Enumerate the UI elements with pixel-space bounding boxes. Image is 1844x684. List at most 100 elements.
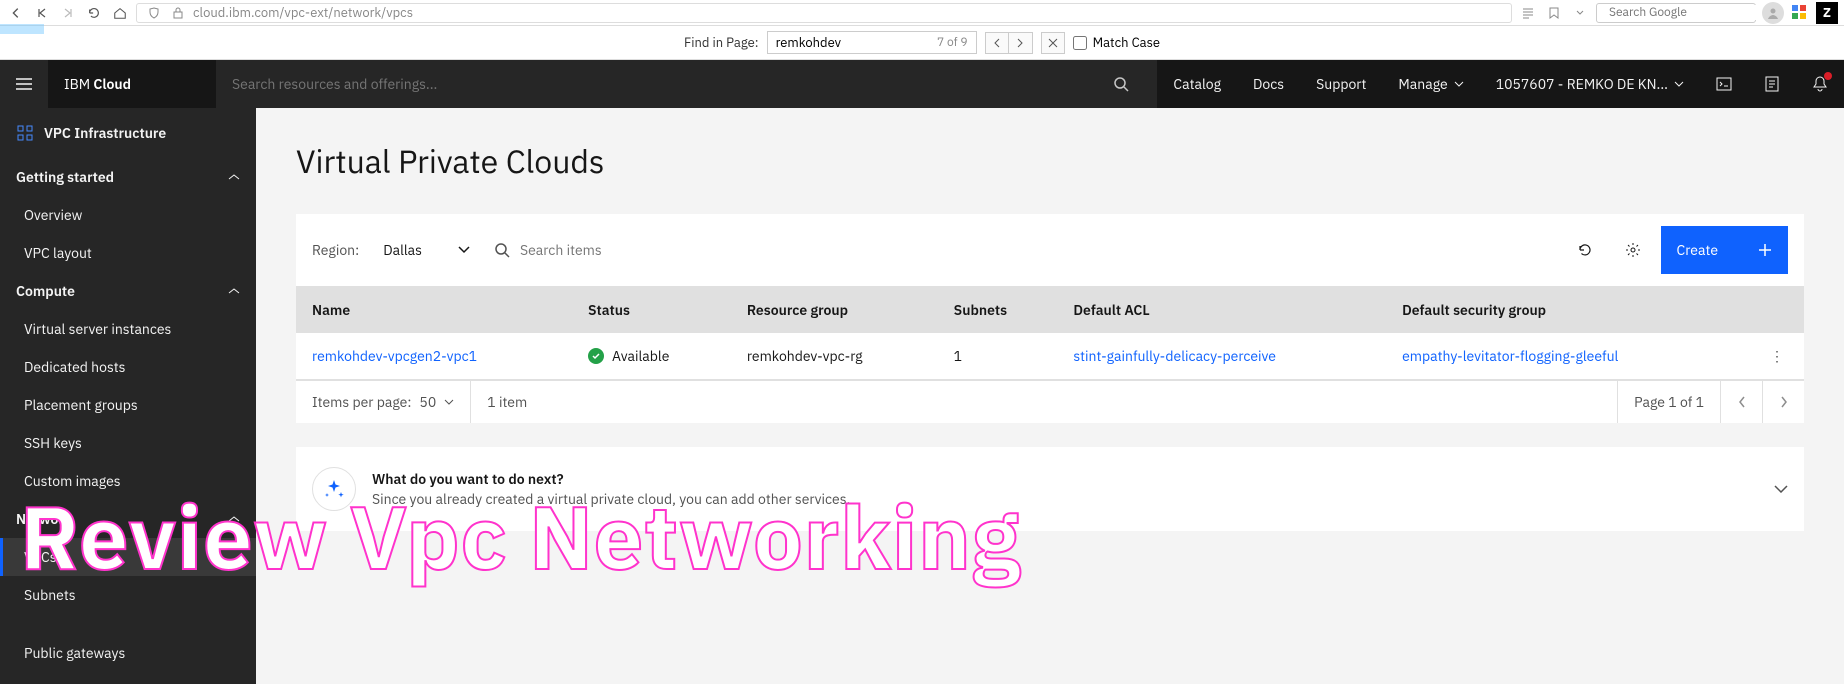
search-google[interactable] (1596, 3, 1756, 23)
item-count: 1 item (471, 381, 543, 423)
sidebar-item-hidden[interactable] (0, 614, 256, 634)
vpc-name-link[interactable]: remkohdev-vpcgen2-vpc1 (312, 347, 477, 365)
acl-link[interactable]: stint-gainfully-delicacy-perceive (1073, 347, 1276, 365)
next-steps-desc: Since you already created a virtual priv… (372, 490, 850, 508)
pagination: Items per page: 50 1 item Page 1 of 1 (296, 380, 1804, 423)
next-steps-card[interactable]: What do you want to do next? Since you a… (296, 447, 1804, 531)
sidebar-item-vpc-layout[interactable]: VPC layout (0, 234, 256, 272)
page-title: Virtual Private Clouds (296, 140, 1804, 182)
create-label: Create (1677, 241, 1718, 259)
sidebar-section-getting-started[interactable]: Getting started (0, 158, 256, 196)
chevron-up-icon (228, 173, 240, 181)
match-case-input[interactable] (1073, 36, 1087, 50)
notifications-icon[interactable] (1796, 60, 1844, 108)
find-value: remkohdev (776, 34, 841, 51)
home-button[interactable] (110, 3, 130, 23)
sidebar-title-text: VPC Infrastructure (44, 124, 166, 142)
avatar[interactable] (1762, 2, 1784, 24)
extensions-icon[interactable] (1790, 3, 1810, 23)
nav-last-button[interactable] (58, 3, 78, 23)
status-cell: Available (588, 347, 715, 365)
status-available-icon (588, 348, 604, 364)
sidebar-item-custom-images[interactable]: Custom images (0, 462, 256, 500)
header-search-input[interactable] (232, 75, 1113, 93)
create-button[interactable]: Create (1661, 226, 1788, 274)
vpc-table-card: Region: Dallas Create Name (296, 214, 1804, 423)
shield-icon (145, 4, 163, 22)
cost-icon[interactable] (1748, 60, 1796, 108)
ibm-header: IBM Cloud Catalog Docs Support Manage 10… (0, 60, 1844, 108)
find-input[interactable]: remkohdev 7 of 9 (767, 31, 977, 54)
lock-icon (169, 4, 187, 22)
account-selector[interactable]: 1057607 - REMKO DE KN... (1480, 60, 1700, 108)
sidebar-item-subnets[interactable]: Subnets (0, 576, 256, 614)
find-in-page-bar: Find in Page: remkohdev 7 of 9 Match Cas… (0, 26, 1844, 60)
vpc-icon (16, 124, 34, 142)
z-badge[interactable]: Z (1816, 2, 1838, 24)
sidebar-item-public-gateways[interactable]: Public gateways (0, 634, 256, 672)
sparkle-icon (312, 467, 356, 511)
table-search[interactable] (494, 241, 1541, 259)
search-icon (494, 242, 510, 258)
table-search-input[interactable] (520, 241, 720, 259)
items-per-page[interactable]: Items per page: 50 (296, 381, 471, 423)
rg-cell: remkohdev-vpc-rg (731, 333, 938, 380)
dropdown-icon[interactable] (1570, 3, 1590, 23)
docs-link[interactable]: Docs (1237, 60, 1300, 108)
url-text: cloud.ibm.com/vpc-ext/network/vpcs (193, 4, 1503, 21)
browser-chrome: cloud.ibm.com/vpc-ext/network/vpcs Z (0, 0, 1844, 26)
sidebar-section-network[interactable]: Network (0, 500, 256, 538)
support-link[interactable]: Support (1300, 60, 1382, 108)
refresh-button[interactable] (1565, 230, 1605, 270)
chevron-up-icon (228, 515, 240, 523)
sidebar-item-ssh-keys[interactable]: SSH keys (0, 424, 256, 462)
shell-icon[interactable] (1700, 60, 1748, 108)
chevron-down-icon (444, 399, 454, 405)
find-next-button[interactable] (1009, 32, 1033, 54)
chevron-down-icon (1674, 81, 1684, 87)
page-of: Page 1 of 1 (1617, 381, 1720, 423)
page-prev-button[interactable] (1720, 381, 1762, 423)
region-select[interactable]: Dallas (383, 241, 470, 259)
sidebar-title: VPC Infrastructure (0, 108, 256, 158)
sidebar-item-vpcs[interactable]: VPCs (0, 538, 256, 576)
sg-link[interactable]: empathy-levitator-flogging-gleeful (1402, 347, 1618, 365)
nav-back-button[interactable] (6, 3, 26, 23)
nav-first-button[interactable] (32, 3, 52, 23)
col-status: Status (572, 287, 731, 334)
settings-button[interactable] (1613, 230, 1653, 270)
find-close-button[interactable] (1041, 32, 1065, 54)
notification-badge (1824, 72, 1832, 80)
sidebar: VPC Infrastructure Getting started Overv… (0, 108, 256, 684)
reload-button[interactable] (84, 3, 104, 23)
col-name: Name (296, 287, 572, 334)
row-overflow-menu[interactable]: ⋮ (1734, 333, 1804, 380)
find-prev-button[interactable] (985, 32, 1009, 54)
hamburger-button[interactable] (0, 60, 48, 108)
reader-icon[interactable] (1518, 3, 1538, 23)
url-bar[interactable]: cloud.ibm.com/vpc-ext/network/vpcs (136, 3, 1512, 23)
sidebar-section-compute[interactable]: Compute (0, 272, 256, 310)
bookmark-icon[interactable] (1544, 3, 1564, 23)
header-links: Catalog Docs Support Manage 1057607 - RE… (1157, 60, 1844, 108)
pagination-left: Items per page: 50 1 item (296, 381, 543, 423)
search-google-input[interactable] (1609, 5, 1762, 20)
brand[interactable]: IBM Cloud (48, 75, 216, 93)
chevron-up-icon (228, 287, 240, 295)
sidebar-item-dedicated-hosts[interactable]: Dedicated hosts (0, 348, 256, 386)
sidebar-item-placement-groups[interactable]: Placement groups (0, 386, 256, 424)
manage-link[interactable]: Manage (1382, 60, 1479, 108)
catalog-link[interactable]: Catalog (1157, 60, 1237, 108)
next-steps-text: What do you want to do next? Since you a… (372, 470, 850, 508)
match-case-checkbox[interactable]: Match Case (1073, 34, 1160, 51)
sidebar-item-vsi[interactable]: Virtual server instances (0, 310, 256, 348)
header-search[interactable] (216, 60, 1157, 108)
expand-button[interactable] (1774, 485, 1788, 493)
sidebar-item-overview[interactable]: Overview (0, 196, 256, 234)
match-case-label: Match Case (1093, 34, 1160, 51)
plus-icon (1758, 243, 1772, 257)
table-row: remkohdev-vpcgen2-vpc1 Available remkohd… (296, 333, 1804, 380)
find-nav (985, 32, 1033, 54)
page-next-button[interactable] (1762, 381, 1804, 423)
table-toolbar: Region: Dallas Create (296, 214, 1804, 286)
